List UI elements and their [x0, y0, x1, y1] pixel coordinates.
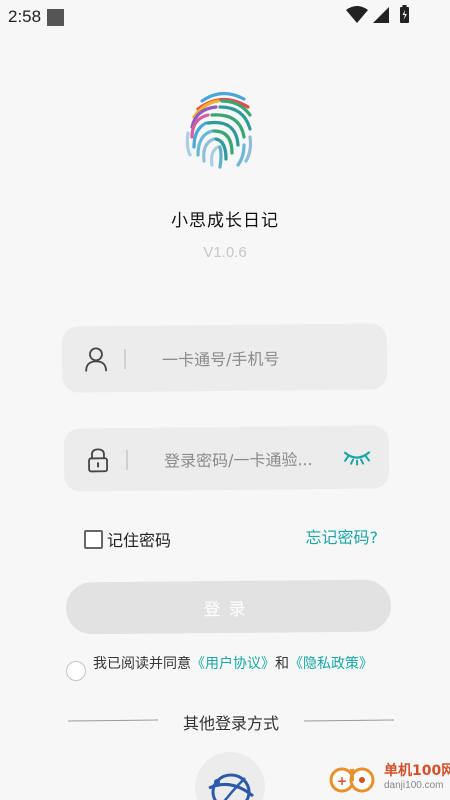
- other-login-label: 其他登录方式: [182, 714, 279, 733]
- app-name: 小思成长日记: [171, 211, 279, 231]
- remember-password[interactable]: 记住密码: [84, 527, 171, 551]
- login-button[interactable]: 登录: [65, 579, 392, 635]
- agreement-conjunction: 和: [275, 656, 289, 672]
- password-field[interactable]: 登录密码/一卡通验...: [63, 425, 390, 492]
- status-bar: 2:58: [0, 0, 450, 34]
- user-agreement-link[interactable]: 《用户协议》: [191, 656, 275, 672]
- notification-icon: [47, 9, 64, 26]
- field-separator: [123, 349, 127, 370]
- globe-icon: [208, 773, 254, 800]
- username-field[interactable]: 一卡通号/手机号: [61, 323, 388, 393]
- cell-signal-icon: [373, 7, 389, 23]
- watermark-brand: 单机100网: [384, 763, 450, 779]
- wifi-icon: [346, 6, 368, 23]
- watermark: + 单机100网 danji100.com: [328, 756, 450, 800]
- field-separator: [125, 449, 129, 470]
- watermark-logo-icon: +: [329, 767, 375, 793]
- other-login-button[interactable]: [195, 752, 265, 800]
- login-button-label: 登录: [203, 599, 254, 620]
- agreement-text: 我已阅读并同意《用户协议》和《隐私政策》: [93, 654, 388, 675]
- agreement-radio[interactable]: [66, 661, 86, 681]
- signal-battery-icons: [346, 5, 409, 23]
- other-login-divider: 其他登录方式: [67, 710, 395, 733]
- privacy-policy-link[interactable]: 《隐私政策》: [289, 656, 373, 672]
- user-icon: [85, 347, 108, 372]
- svg-text:+: +: [337, 774, 347, 788]
- status-time: 2:58: [8, 7, 42, 26]
- agreement-prefix: 我已阅读并同意: [93, 656, 191, 672]
- eye-closed-icon[interactable]: [343, 449, 371, 466]
- lock-icon: [88, 447, 109, 472]
- password-placeholder: 登录密码/一卡通验...: [163, 449, 313, 471]
- watermark-domain: danji100.com: [384, 780, 444, 791]
- fingerprint-logo-icon: [185, 91, 253, 169]
- app-version: V1.0.6: [203, 244, 247, 261]
- remember-label: 记住密码: [107, 531, 172, 550]
- remember-checkbox[interactable]: [84, 529, 103, 549]
- forgot-password-link[interactable]: 忘记密码?: [306, 524, 379, 548]
- username-placeholder: 一卡通号/手机号: [161, 349, 280, 370]
